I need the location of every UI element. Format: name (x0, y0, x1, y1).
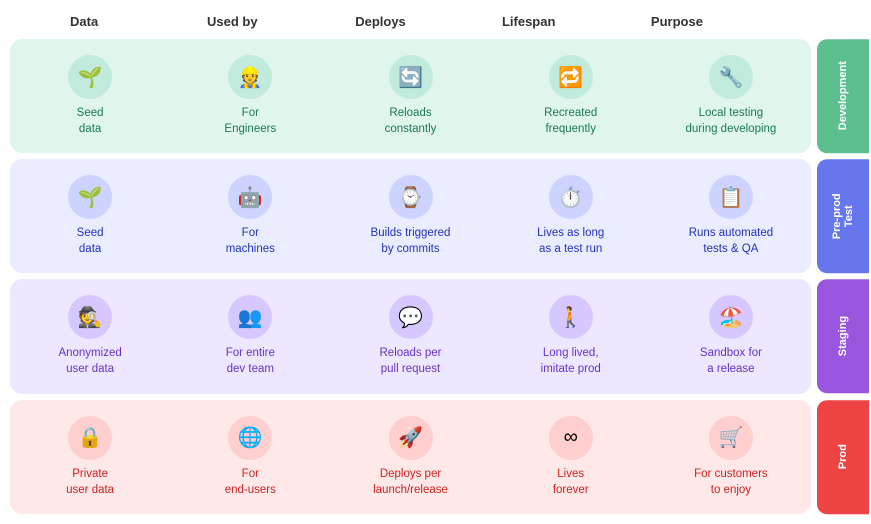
cell-label-dev-1: For Engineers (224, 105, 276, 137)
icon-test-4: 📋 (709, 175, 753, 219)
icon-dev-3: 🔁 (549, 55, 593, 99)
cell-staging-4: 🏖️ Sandbox for a release (651, 289, 811, 383)
icon-dev-0: 🌱 (68, 55, 112, 99)
icon-staging-2: 💬 (389, 295, 433, 339)
cell-label-prod-2: Deploys per launch/release (373, 466, 448, 498)
cell-dev-1: 👷 For Engineers (170, 49, 330, 143)
icon-staging-3: 🚶 (549, 295, 593, 339)
cell-staging-1: 👥 For entire dev team (170, 289, 330, 383)
cell-prod-0: 🔒 Private user data (10, 410, 170, 504)
cell-label-staging-2: Reloads per pull request (380, 345, 442, 377)
icon-prod-1: 🌐 (228, 416, 272, 460)
cell-prod-2: 🚀 Deploys per launch/release (330, 410, 490, 504)
cell-label-prod-1: For end-users (225, 466, 276, 498)
cell-label-staging-1: For entire dev team (226, 345, 275, 377)
cell-label-test-4: Runs automated tests & QA (689, 225, 773, 257)
cell-dev-2: 🔄 Reloads constantly (330, 49, 490, 143)
cell-test-4: 📋 Runs automated tests & QA (651, 169, 811, 263)
cell-label-prod-3: Lives forever (553, 466, 589, 498)
cell-dev-4: 🔧 Local testing during developing (651, 49, 811, 143)
header-data: Data (10, 10, 158, 33)
header-lifespan: Lifespan (455, 10, 603, 33)
cell-label-staging-0: Anonymized user data (58, 345, 121, 377)
icon-staging-4: 🏖️ (709, 295, 753, 339)
icon-test-3: ⏱️ (549, 175, 593, 219)
cell-label-test-0: Seed data (77, 225, 104, 257)
icon-staging-0: 🕵️ (68, 295, 112, 339)
icon-prod-3: ∞ (549, 416, 593, 460)
env-tag-test: Pre-prod Test (817, 159, 869, 273)
env-tag-dev: Development (817, 39, 869, 153)
cell-dev-0: 🌱 Seed data (10, 49, 170, 143)
cell-staging-0: 🕵️ Anonymized user data (10, 289, 170, 383)
cell-label-test-3: Lives as long as a test run (537, 225, 604, 257)
icon-test-1: 🤖 (228, 175, 272, 219)
icon-prod-0: 🔒 (68, 416, 112, 460)
cell-label-staging-3: Long lived, imitate prod (541, 345, 601, 377)
cell-label-dev-0: Seed data (77, 105, 104, 137)
cell-test-2: ⌚ Builds triggered by commits (330, 169, 490, 263)
icon-dev-1: 👷 (228, 55, 272, 99)
cell-prod-1: 🌐 For end-users (170, 410, 330, 504)
cell-prod-4: 🛒 For customers to enjoy (651, 410, 811, 504)
cell-staging-2: 💬 Reloads per pull request (330, 289, 490, 383)
icon-prod-4: 🛒 (709, 416, 753, 460)
cell-test-0: 🌱 Seed data (10, 169, 170, 263)
icon-prod-2: 🚀 (389, 416, 433, 460)
header-deploys: Deploys (306, 10, 454, 33)
cell-label-dev-4: Local testing during developing (686, 105, 777, 137)
icon-dev-2: 🔄 (389, 55, 433, 99)
icon-test-0: 🌱 (68, 175, 112, 219)
env-tag-staging: Staging (817, 279, 869, 393)
env-block-test: 🌱 Seed data 🤖 For machines ⌚ Builds triggered… (10, 159, 811, 273)
cell-label-dev-3: Recreated frequently (544, 105, 597, 137)
env-tag-prod: Prod (817, 400, 869, 514)
cell-label-prod-4: For customers to enjoy (694, 466, 768, 498)
env-block-dev: 🌱 Seed data 👷 For Engineers 🔄 Reloads constan… (10, 39, 811, 153)
main-container: DataUsed byDeploysLifespanPurpose 🌱 Seed … (0, 0, 871, 524)
cell-label-prod-0: Private user data (66, 466, 114, 498)
rows-outer: 🌱 Seed data 👷 For Engineers 🔄 Reloads constan… (10, 39, 811, 514)
icon-dev-4: 🔧 (709, 55, 753, 99)
header-row: DataUsed byDeploysLifespanPurpose (10, 10, 871, 33)
cell-label-test-1: For machines (226, 225, 275, 257)
icon-test-2: ⌚ (389, 175, 433, 219)
icon-staging-1: 👥 (228, 295, 272, 339)
header-used-by: Used by (158, 10, 306, 33)
env-block-prod: 🔒 Private user data 🌐 For end-users 🚀 Deploys… (10, 400, 811, 514)
cell-label-dev-2: Reloads constantly (385, 105, 437, 137)
cell-label-staging-4: Sandbox for a release (700, 345, 762, 377)
cell-test-3: ⏱️ Lives as long as a test run (491, 169, 651, 263)
cell-prod-3: ∞ Lives forever (491, 410, 651, 504)
cell-test-1: 🤖 For machines (170, 169, 330, 263)
env-block-staging: 🕵️ Anonymized user data 👥 For entire dev te… (10, 279, 811, 393)
cell-dev-3: 🔁 Recreated frequently (491, 49, 651, 143)
cell-staging-3: 🚶 Long lived, imitate prod (491, 289, 651, 383)
header-purpose: Purpose (603, 10, 751, 33)
cell-label-test-2: Builds triggered by commits (371, 225, 451, 257)
